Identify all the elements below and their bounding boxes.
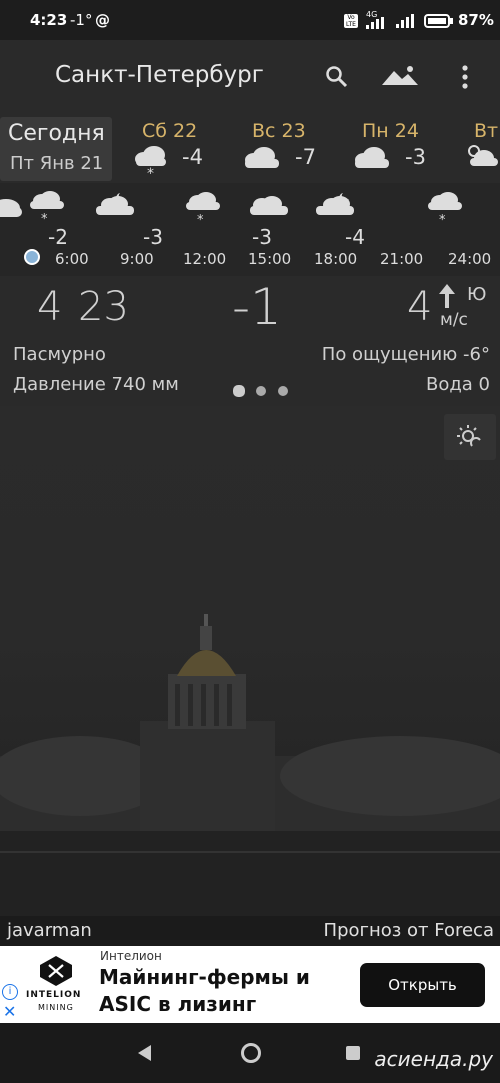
ad-banner[interactable]: i ✕ INTELION MINING Интелион Майнинг-фер… <box>0 946 500 1023</box>
hourly-time: 21:00 <box>380 250 424 268</box>
more-menu-icon[interactable] <box>460 64 470 90</box>
hourly-time: 24:00 <box>448 250 492 268</box>
hourly-time: 15:00 <box>248 250 292 268</box>
pressure: Давление 740 мм <box>13 374 179 395</box>
moon-cloud-icon <box>96 193 134 215</box>
svg-text:*: * <box>197 213 204 227</box>
day-name: Вс 23 <box>252 120 306 142</box>
day-tab-sun[interactable]: Вс 23 -7 <box>240 115 335 183</box>
wind-direction: Ю <box>467 284 487 305</box>
ad-open-button[interactable]: Открыть <box>360 963 485 1007</box>
current-hour: 4 <box>37 284 63 330</box>
ad-info-icon[interactable]: i <box>2 984 18 1000</box>
day-name: Сб 22 <box>142 120 198 142</box>
svg-text:*: * <box>147 166 154 179</box>
cloud-icon <box>0 199 22 217</box>
ad-title-line1: Майнинг-фермы и <box>99 965 310 989</box>
ad-title-line2: ASIC в лизинг <box>99 992 257 1016</box>
cloud-icon <box>250 196 288 215</box>
volte-icon: Vo LTE <box>344 14 358 28</box>
credits-bar: javarman Прогноз от Foreca <box>0 916 500 946</box>
today-label: Сегодня <box>8 121 105 146</box>
sun-cloud-toggle-icon <box>457 425 481 447</box>
current-time-marker <box>24 249 40 265</box>
ad-close-icon[interactable]: ✕ <box>3 1002 16 1021</box>
page-dot[interactable] <box>278 386 288 396</box>
cloud-snow-icon: * <box>186 192 220 227</box>
sun-cloud-icon <box>468 145 498 166</box>
background-photo <box>0 406 500 916</box>
page-dot-active[interactable] <box>233 385 245 397</box>
recents-icon[interactable] <box>346 1046 360 1060</box>
home-icon[interactable] <box>240 1042 262 1064</box>
watermark: асиенда.ру <box>374 1047 493 1071</box>
hourly-forecast[interactable]: * * * -2 -3 -3 -4 6:00 9:00 12:00 15:00 … <box>0 183 500 271</box>
forecast-source[interactable]: Прогноз от Foreca <box>324 920 494 941</box>
status-time: 4:23 <box>30 11 68 29</box>
intelion-logo-icon <box>40 956 72 986</box>
moon-cloud-icon <box>316 193 354 215</box>
hourly-temp: -3 <box>252 225 272 249</box>
wind-unit: м/с <box>440 310 468 330</box>
cloud-icon <box>245 147 279 168</box>
toolbar: Санкт-Петербург <box>0 40 500 115</box>
hourly-time: 9:00 <box>120 250 154 268</box>
svg-text:*: * <box>439 213 446 227</box>
today-date: Пт Янв 21 <box>10 153 104 174</box>
current-conditions[interactable]: 4 23 -1 4 Ю м/с Пасмурно По ощущению -6°… <box>0 276 500 406</box>
back-icon[interactable] <box>137 1045 153 1061</box>
day-tab-today[interactable]: Сегодня Пт Янв 21 <box>0 117 112 181</box>
day-tab-tue[interactable]: Вт <box>462 115 500 183</box>
status-at: @ <box>95 11 110 29</box>
day-temp: -7 <box>295 145 316 169</box>
day-temp: -3 <box>405 145 426 169</box>
wind-arrow-icon <box>439 284 455 308</box>
cloud-icon <box>355 147 389 168</box>
theme-toggle-button[interactable] <box>444 414 496 460</box>
ad-brand: Интелион <box>100 949 162 963</box>
search-icon[interactable] <box>325 65 349 89</box>
day-temp: -4 <box>182 145 203 169</box>
landscape-icon[interactable] <box>382 65 418 87</box>
city-title[interactable]: Санкт-Петербург <box>55 62 264 88</box>
hourly-time: 6:00 <box>55 250 89 268</box>
battery-icon <box>424 14 453 28</box>
day-tab-sat[interactable]: Сб 22 * -4 <box>130 115 225 183</box>
day-strip: Сегодня Пт Янв 21 Сб 22 * -4 Вс 23 -7 Пн… <box>0 115 500 183</box>
day-name: Пн 24 <box>362 120 419 142</box>
cloud-snow-icon: * <box>30 191 64 227</box>
photo-author[interactable]: javarman <box>7 920 92 941</box>
status-bar: 4:23 -1° @ Vo LTE 4G 87% <box>0 0 500 40</box>
ad-logo-text: INTELION <box>26 990 82 1000</box>
page-dot[interactable] <box>256 386 266 396</box>
ad-logo-sub: MINING <box>38 1003 74 1012</box>
current-minute: 23 <box>78 284 129 330</box>
status-temp: -1° <box>70 11 93 29</box>
cathedral-silhouette <box>0 614 500 916</box>
cloud-snow-icon: * <box>428 192 462 227</box>
hourly-temp: -2 <box>48 225 68 249</box>
water-temp: Вода 0 <box>425 374 490 395</box>
hourly-temp: -3 <box>143 225 163 249</box>
battery-percent: 87% <box>458 11 494 29</box>
cloud-snow-icon: * <box>135 146 166 179</box>
hourly-time: 18:00 <box>314 250 358 268</box>
wind-speed: 4 <box>407 284 433 330</box>
svg-text:*: * <box>41 212 48 227</box>
signal2-icon <box>396 14 414 28</box>
day-name: Вт <box>474 120 499 142</box>
navigation-bar: асиенда.ру <box>0 1023 500 1083</box>
feels-like: По ощущению -6° <box>321 344 490 365</box>
condition-text: Пасмурно <box>13 344 106 365</box>
current-temp: -1 <box>232 278 282 336</box>
day-tab-mon[interactable]: Пн 24 -3 <box>350 115 445 183</box>
signal-icon <box>366 17 384 29</box>
hourly-icons: * * * <box>0 191 462 227</box>
hourly-temp: -4 <box>345 225 365 249</box>
hourly-time: 12:00 <box>183 250 227 268</box>
